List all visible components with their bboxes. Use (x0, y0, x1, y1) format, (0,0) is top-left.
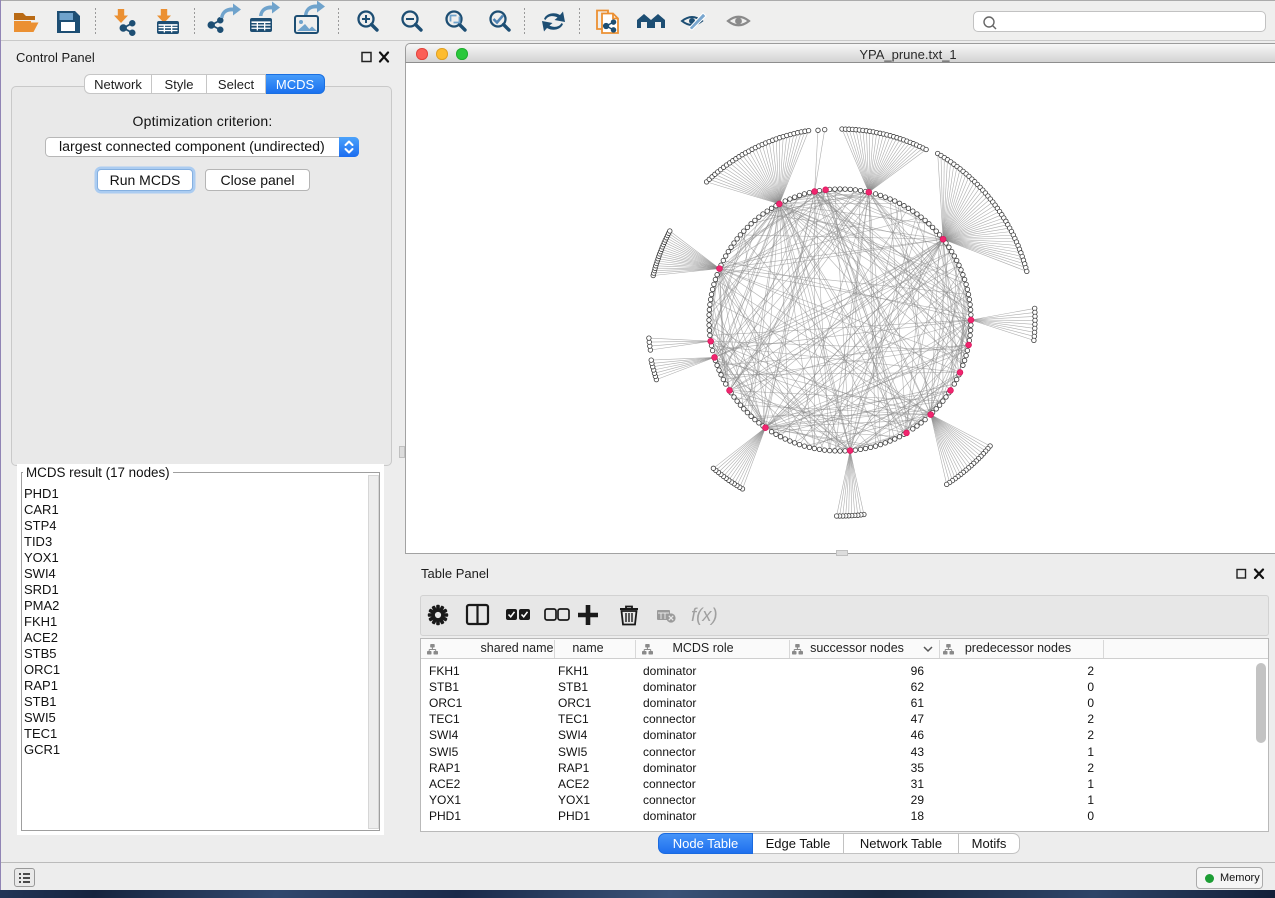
svg-text:f(x): f(x) (691, 604, 718, 625)
